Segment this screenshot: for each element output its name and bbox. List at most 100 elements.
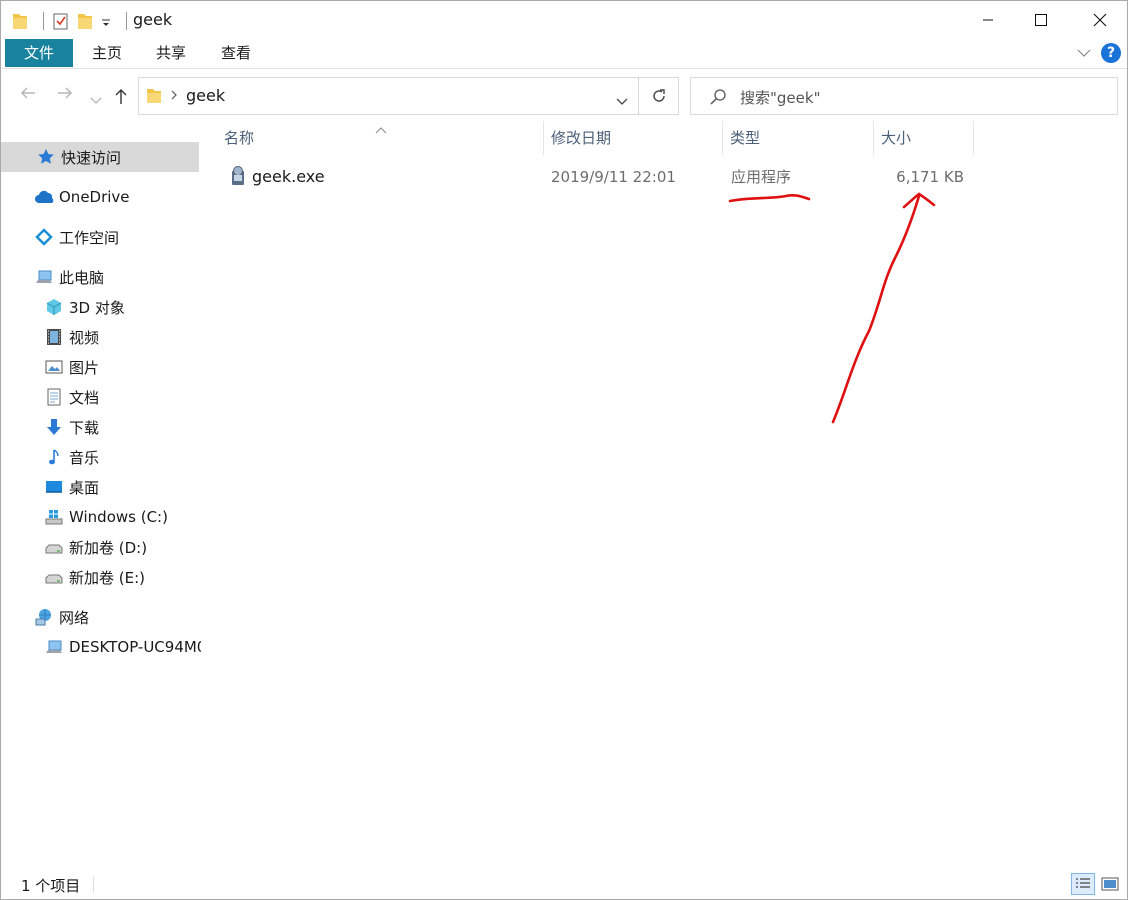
column-header-size[interactable]: 大小 (874, 121, 973, 155)
column-divider[interactable] (973, 121, 974, 155)
new-folder-icon[interactable] (76, 11, 94, 31)
sidebar-item-label: 此电脑 (59, 268, 105, 287)
navigation-bar: geek 搜索"geek" (1, 71, 1127, 121)
help-icon[interactable]: ? (1101, 43, 1121, 63)
sidebar-item-videos[interactable]: 视频 (1, 322, 199, 352)
maximize-button[interactable] (1018, 1, 1064, 39)
search-box[interactable]: 搜索"geek" (690, 77, 1118, 115)
quick-access-toolbar (11, 10, 135, 32)
windows-drive-icon (45, 508, 63, 526)
sidebar-item-label: 工作空间 (59, 228, 120, 247)
back-button[interactable] (19, 85, 37, 106)
chevron-right-icon[interactable] (170, 87, 178, 107)
column-header-type[interactable]: 类型 (723, 121, 873, 155)
video-icon (45, 328, 63, 346)
customize-dropdown-icon[interactable] (100, 11, 112, 31)
sidebar-item-label: 新加卷 (E:) (69, 568, 146, 587)
column-header-name[interactable]: 名称 (217, 121, 543, 155)
up-button[interactable] (113, 87, 129, 110)
close-button[interactable] (1077, 1, 1123, 39)
cube-icon (45, 298, 63, 316)
drive-icon (45, 568, 63, 586)
ribbon-tabs: 文件 主页 共享 查看 ? (1, 39, 1127, 69)
sidebar-item-network-computer[interactable]: DESKTOP-UC94M0 (1, 632, 201, 662)
sidebar-item-network[interactable]: 网络 (1, 602, 199, 632)
sidebar-item-drive-e[interactable]: 新加卷 (E:) (1, 562, 199, 592)
sidebar-item-label: 文档 (69, 388, 100, 407)
sidebar-item-label: Windows (C:) (69, 508, 168, 526)
sidebar-item-drive-d[interactable]: 新加卷 (D:) (1, 532, 199, 562)
minimize-button[interactable] (965, 1, 1011, 39)
sidebar-item-workspace[interactable]: 工作空间 (1, 222, 199, 252)
download-icon (45, 418, 63, 436)
navigation-pane: 快速访问 OneDrive 工作空间 此电脑 3D 对象 视频 图片 文档 下载… (1, 121, 201, 869)
ribbon-controls: ? (1077, 43, 1121, 63)
sidebar-item-label: 网络 (59, 608, 90, 627)
file-size: 6,171 KB (896, 168, 964, 186)
exe-icon (229, 165, 247, 191)
address-path[interactable]: geek (186, 86, 225, 105)
large-icons-view-button[interactable] (1098, 873, 1122, 895)
sidebar-item-this-pc[interactable]: 此电脑 (1, 262, 199, 292)
sidebar-item-desktop[interactable]: 桌面 (1, 472, 199, 502)
column-header-modified[interactable]: 修改日期 (544, 121, 722, 155)
search-placeholder[interactable]: 搜索"geek" (740, 87, 820, 108)
picture-icon (45, 358, 63, 376)
sidebar-item-pictures[interactable]: 图片 (1, 352, 199, 382)
expand-ribbon-icon[interactable] (1077, 44, 1091, 62)
properties-icon[interactable] (52, 11, 70, 31)
sidebar-item-downloads[interactable]: 下载 (1, 412, 199, 442)
sidebar-item-quick-access[interactable]: 快速访问 (1, 142, 199, 172)
address-bar[interactable]: geek (138, 77, 639, 115)
workspace-icon (35, 228, 53, 246)
tab-home[interactable]: 主页 (79, 39, 135, 67)
address-dropdown-icon[interactable] (616, 92, 628, 110)
divider (43, 12, 44, 30)
divider (93, 877, 94, 893)
search-icon (709, 88, 727, 110)
divider (126, 12, 127, 30)
cloud-icon (35, 188, 54, 206)
status-bar: 1 个项目 (1, 869, 1127, 899)
sidebar-item-label: 视频 (69, 328, 100, 347)
folder-icon (11, 11, 29, 31)
recent-locations-dropdown-icon[interactable] (90, 89, 102, 110)
file-modified: 2019/9/11 22:01 (551, 168, 676, 186)
tab-file[interactable]: 文件 (5, 39, 73, 67)
details-view-button[interactable] (1071, 873, 1095, 895)
sidebar-item-label: 图片 (69, 358, 100, 377)
refresh-button[interactable] (639, 77, 679, 115)
drive-icon (45, 538, 63, 556)
item-count: 1 个项目 (21, 877, 81, 895)
network-icon (35, 608, 53, 626)
sidebar-item-documents[interactable]: 文档 (1, 382, 199, 412)
sidebar-item-music[interactable]: 音乐 (1, 442, 199, 472)
desktop-icon (45, 478, 63, 496)
sidebar-item-label: 下载 (69, 418, 100, 437)
file-list: 名称 修改日期 类型 大小 geek.exe 2019/9/11 22:01 应… (201, 121, 1127, 869)
sidebar-item-label: 新加卷 (D:) (69, 538, 148, 557)
sidebar-item-label: 3D 对象 (69, 298, 125, 317)
computer-icon (35, 268, 53, 286)
file-type: 应用程序 (731, 168, 792, 186)
computer-icon (45, 638, 63, 656)
window-title: geek (133, 10, 173, 29)
sidebar-item-label: 快速访问 (61, 148, 122, 167)
sidebar-item-onedrive[interactable]: OneDrive (1, 182, 199, 212)
explorer-window: geek 文件 主页 共享 查看 ? geek 搜索"geek" 快速访问 On… (0, 0, 1128, 900)
sidebar-item-3d-objects[interactable]: 3D 对象 (1, 292, 199, 322)
music-icon (45, 448, 63, 466)
folder-icon (145, 87, 163, 109)
tab-share[interactable]: 共享 (143, 39, 199, 67)
sidebar-item-label: 桌面 (69, 478, 100, 497)
tab-view[interactable]: 查看 (208, 39, 264, 67)
sidebar-item-label: OneDrive (59, 188, 130, 206)
forward-button[interactable] (56, 85, 74, 106)
document-icon (45, 388, 63, 406)
large-icons-view-icon (1101, 877, 1119, 891)
title-bar: geek (1, 1, 1127, 39)
sidebar-item-label: DESKTOP-UC94M0 (69, 638, 201, 656)
star-icon (37, 148, 55, 166)
sidebar-item-drive-c[interactable]: Windows (C:) (1, 502, 199, 532)
file-name[interactable]: geek.exe (252, 165, 325, 189)
